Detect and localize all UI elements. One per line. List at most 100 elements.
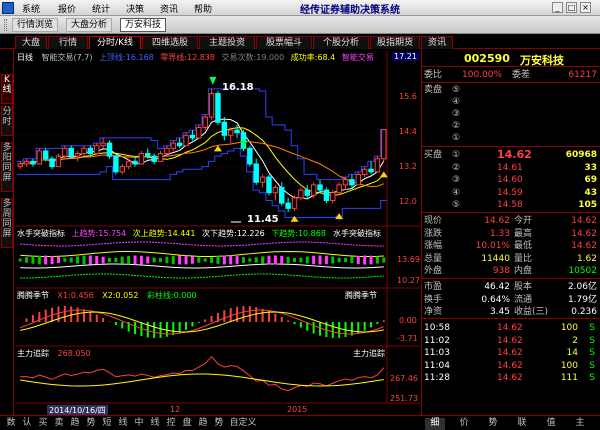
bottom-tab-left[interactable]: 卖 xyxy=(52,418,66,430)
bottom-tab-left[interactable]: 线 xyxy=(148,418,162,430)
tab-news[interactable]: 资讯 xyxy=(421,36,453,49)
indicator1-bar xyxy=(369,255,373,265)
tab-futures[interactable]: 股指期货 xyxy=(370,36,420,49)
indicator2-title: 腾腾季节 xyxy=(345,291,377,300)
candle-body xyxy=(215,93,221,123)
indicator1-bar xyxy=(337,257,341,263)
tab-stock-picking[interactable]: 四维选股 xyxy=(142,36,198,49)
vtab-kline[interactable]: K线 xyxy=(1,74,13,104)
tab-stock-analysis[interactable]: 个股分析 xyxy=(313,36,369,49)
buy-row[interactable]: ② 14.61 33 xyxy=(422,162,600,174)
quote-panel: 002590 万安科技 委比 100.00% 委差 61217 卖盘 ⑤ ④ ③… xyxy=(421,50,600,415)
menu-help[interactable]: 帮助 xyxy=(194,2,212,15)
buy-row[interactable]: 买盘 ① 14.62 60968 xyxy=(422,149,600,161)
candle-body xyxy=(132,160,138,165)
tab-stock-fight[interactable]: 股票幅斗 xyxy=(256,36,312,49)
tick-row[interactable]: 11:28 14.62 111 S xyxy=(422,372,600,384)
toolbar-grip-icon[interactable] xyxy=(4,19,7,31)
minimize-icon[interactable]: _ xyxy=(552,2,563,13)
tick-price: 14.62 xyxy=(497,335,523,346)
toolbar-stock-tab[interactable]: 万安科技 xyxy=(120,18,167,32)
bottom-indicator-tabs: 数认买卖趋势短线中线控盘趋势自定义细价势联值主 xyxy=(0,415,600,430)
bottom-tab-left[interactable]: 中 xyxy=(132,418,146,430)
vtab-multi-stock[interactable]: 多阳同屏 xyxy=(1,142,13,192)
tick-price: 14.62 xyxy=(497,323,523,333)
tab-quote[interactable]: 行情 xyxy=(48,36,88,49)
candle-body xyxy=(221,121,228,136)
bottom-tab-left[interactable]: 趋 xyxy=(68,418,82,430)
close-icon[interactable]: × xyxy=(580,2,591,13)
bottom-tab-left[interactable]: 自定义 xyxy=(228,418,258,430)
bottom-tab-right[interactable]: 势 xyxy=(483,418,503,430)
sell-row[interactable]: ② xyxy=(422,120,600,132)
tick-row[interactable]: 11:03 14.62 14 S xyxy=(422,347,600,359)
menu-news[interactable]: 资讯 xyxy=(160,2,178,15)
price-tick: 13.2 xyxy=(399,162,417,171)
bottom-tab-left[interactable]: 认 xyxy=(20,418,34,430)
fundamental-label: 净资 xyxy=(424,307,443,317)
toolbar-quote-browse[interactable]: 行情浏览 xyxy=(12,18,59,32)
bottom-tab-left[interactable]: 势 xyxy=(84,418,98,430)
candle-body xyxy=(349,179,355,186)
indicator1-bar xyxy=(318,255,322,265)
tick-row[interactable]: 11:02 14.62 2 S xyxy=(422,335,600,347)
buy-row[interactable]: ④ 14.59 43 xyxy=(422,187,600,199)
stat-label: 总量 xyxy=(424,253,443,264)
fundamental-label: 换手 xyxy=(424,294,443,305)
vtab-timeshare[interactable]: 分时 xyxy=(1,106,13,136)
tick-row[interactable]: 10:58 14.62 100 S xyxy=(422,322,600,334)
buy-price: 14.58 xyxy=(497,200,523,210)
indicator1-bar xyxy=(293,258,296,262)
indicator1-bar xyxy=(127,255,131,265)
candle-body xyxy=(285,202,291,209)
bottom-tab-left[interactable]: 短 xyxy=(100,418,114,430)
fundamental-value: 2.06亿 xyxy=(567,282,597,292)
bottom-tab-right[interactable]: 值 xyxy=(541,418,561,430)
sell-row[interactable]: ③ xyxy=(422,108,600,120)
bottom-tab-right[interactable]: 主 xyxy=(570,418,590,430)
bottom-tab-left[interactable]: 势 xyxy=(212,418,226,430)
indicator1-bar xyxy=(254,257,258,263)
sell-row[interactable]: ① xyxy=(422,132,600,144)
bottom-tab-left[interactable]: 数 xyxy=(4,418,18,430)
buy-row[interactable]: ⑤ 14.58 105 xyxy=(422,199,600,211)
ind3-tick: 251.73 xyxy=(390,394,418,403)
buy-price: 14.61 xyxy=(497,162,523,173)
menu-system[interactable]: 系统 xyxy=(22,2,40,15)
menu-stats[interactable]: 统计 xyxy=(92,2,110,15)
candle-body xyxy=(176,142,183,147)
indicator1-bar xyxy=(280,255,284,265)
tab-market[interactable]: 大盘 xyxy=(15,36,47,49)
tick-volume: 14 xyxy=(566,348,578,358)
menu-decision[interactable]: 决策 xyxy=(126,2,144,15)
resistance-line xyxy=(17,88,387,181)
tick-row[interactable]: 11:04 14.62 100 S xyxy=(422,360,600,372)
buy-row[interactable]: ③ 14.60 69 xyxy=(422,174,600,186)
bottom-tab-left[interactable]: 趋 xyxy=(196,418,210,430)
bottom-tab-right[interactable]: 细 xyxy=(425,418,445,430)
bottom-tab-left[interactable]: 买 xyxy=(36,418,50,430)
candle-body xyxy=(310,184,317,196)
maximize-icon[interactable]: □ xyxy=(566,2,577,13)
sell-row[interactable]: 卖盘 ⑤ xyxy=(422,84,600,96)
bottom-tab-right[interactable]: 价 xyxy=(454,418,474,430)
tab-theme[interactable]: 主题投资 xyxy=(199,36,255,49)
bottom-tab-right[interactable]: 联 xyxy=(512,418,532,430)
candle-body xyxy=(164,147,170,155)
indicator1-bar xyxy=(210,257,214,263)
sub-lower-trend-line xyxy=(20,263,384,269)
sell-row[interactable]: ④ xyxy=(422,96,600,108)
candle-body xyxy=(291,197,298,209)
kline-chart-area[interactable]: 日线 智能交易(7,7) 上顶线:16.168 零界线:12.838 交易次数:… xyxy=(15,50,420,416)
toolbar-market-analysis[interactable]: 大盘分析 xyxy=(66,18,113,32)
candle-body xyxy=(183,134,189,147)
bottom-tab-left[interactable]: 线 xyxy=(116,418,130,430)
bottom-tab-left[interactable]: 盘 xyxy=(180,418,194,430)
vtab-multi-period[interactable]: 多周同屏 xyxy=(1,198,13,248)
bottom-tab-left[interactable]: 控 xyxy=(164,418,178,430)
menu-quote[interactable]: 报价 xyxy=(58,2,76,15)
fundamental-value: 3.45 xyxy=(489,307,510,317)
indicator1-bar xyxy=(299,257,303,263)
tab-kline[interactable]: 分时/K线 xyxy=(89,36,141,49)
candle-body xyxy=(17,163,23,168)
